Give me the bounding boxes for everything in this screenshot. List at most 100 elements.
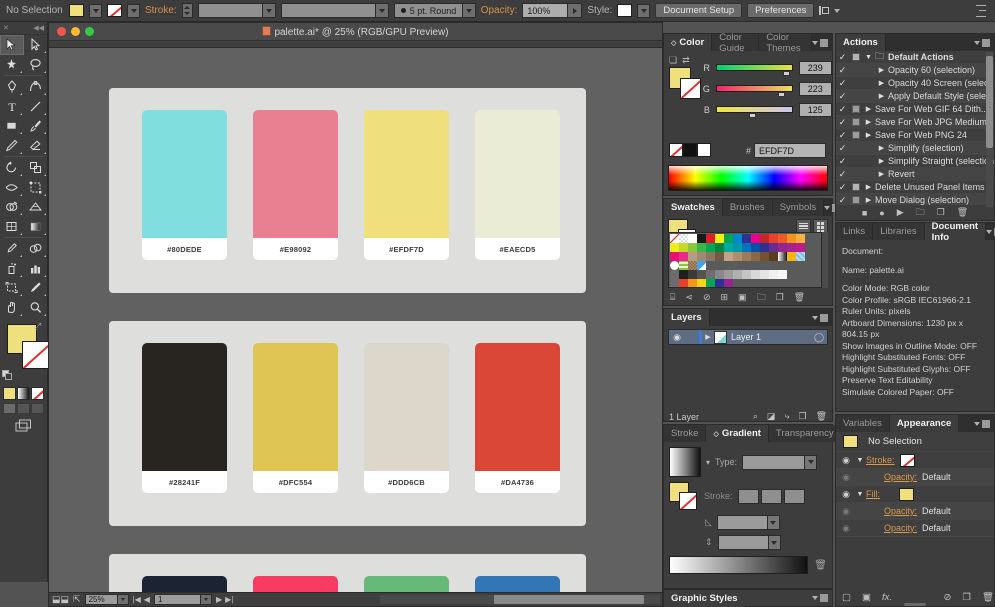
expand-icon[interactable]: ▼: [854, 457, 866, 464]
stroke-weight-dropdown[interactable]: [198, 3, 276, 18]
action-expand-icon[interactable]: ▼: [862, 54, 875, 61]
document-tab-bar[interactable]: [49, 41, 662, 48]
swatch-color[interactable]: [715, 234, 724, 243]
layers-panel-menu[interactable]: [812, 309, 832, 326]
action-dialog-icon[interactable]: [849, 196, 862, 204]
swatch-color[interactable]: [760, 252, 769, 261]
zoom-level-input[interactable]: 25%: [85, 594, 129, 605]
color-chip[interactable]: #DDD6CB: [364, 343, 449, 493]
canvas-area[interactable]: #80DEDE #E98092 #EFDF7D #EAECD5: [49, 48, 662, 606]
action-row[interactable]: ✓ ▶ Save For Web GIF 64 Dith...: [836, 103, 994, 116]
panel-options-icon[interactable]: [975, 5, 989, 17]
delete-stop-icon[interactable]: 🗑: [814, 560, 827, 571]
visibility-icon[interactable]: ◉: [838, 489, 854, 500]
swatch-color[interactable]: [706, 234, 715, 243]
swatch-color[interactable]: [742, 252, 751, 261]
line-segment-tool[interactable]: [24, 97, 48, 117]
lasso-tool[interactable]: [24, 55, 48, 75]
draw-inside-button[interactable]: [31, 403, 44, 414]
slider-thumb[interactable]: [783, 71, 790, 76]
add-new-fill-icon[interactable]: ▣: [862, 592, 871, 603]
artboard-number-input[interactable]: 1: [154, 594, 212, 605]
swatch-color[interactable]: [724, 279, 733, 288]
action-expand-icon[interactable]: ▶: [875, 66, 888, 74]
actions-panel-menu[interactable]: [974, 34, 994, 51]
none-swatch-button[interactable]: [669, 143, 683, 157]
action-row[interactable]: ✓ ▶ Opacity 40 Screen (select...: [836, 77, 994, 90]
begin-recording-icon[interactable]: ●: [879, 208, 884, 218]
stop-playing-icon[interactable]: ■: [862, 208, 867, 218]
slice-tool[interactable]: [24, 278, 48, 298]
pencil-tool[interactable]: [0, 136, 24, 156]
eyedropper-tool[interactable]: [0, 239, 24, 259]
chevron-down-icon[interactable]: ▾: [706, 458, 710, 467]
visibility-icon[interactable]: ◉: [838, 472, 854, 483]
action-dialog-icon[interactable]: [849, 183, 862, 191]
action-toggle-icon[interactable]: ✓: [836, 91, 849, 102]
stroke-within-button[interactable]: [738, 489, 759, 504]
tab-brushes[interactable]: Brushes: [723, 199, 773, 216]
locate-object-icon[interactable]: ⌕: [753, 411, 758, 422]
swatch-registration[interactable]: [679, 234, 688, 243]
action-toggle-icon[interactable]: ✓: [836, 156, 849, 167]
panel-resize-handle[interactable]: [904, 603, 926, 606]
tab-links[interactable]: Links: [836, 223, 873, 240]
swatch-color[interactable]: [796, 243, 805, 252]
swatch-color[interactable]: [715, 279, 724, 288]
appearance-row-stroke-opacity[interactable]: ◉ Opacity: Default: [836, 469, 994, 486]
swatches-grid[interactable]: [668, 232, 822, 288]
red-value[interactable]: 239: [799, 61, 832, 75]
style-swatch[interactable]: [617, 4, 632, 17]
stroke-along-button[interactable]: [761, 489, 782, 504]
direct-selection-tool[interactable]: [24, 35, 48, 55]
create-sublayer-icon[interactable]: ⤷: [784, 411, 789, 422]
list-view-button[interactable]: [796, 219, 811, 233]
swatch-color[interactable]: [688, 243, 697, 252]
appearance-attr-name[interactable]: Opacity:: [884, 506, 917, 516]
swatch-color[interactable]: [724, 243, 733, 252]
tab-layers[interactable]: Layers: [664, 309, 710, 326]
stroke-color-chip[interactable]: [900, 454, 915, 467]
blue-value[interactable]: 125: [799, 103, 832, 117]
stroke-weight-stepper[interactable]: [182, 3, 193, 18]
swatch-color[interactable]: [751, 252, 760, 261]
layer-row[interactable]: ◉ ▶ Layer 1 ◯: [668, 329, 828, 345]
action-toggle-icon[interactable]: ✓: [836, 182, 849, 193]
swatch-color[interactable]: [724, 234, 733, 243]
delete-layer-icon[interactable]: 🗑: [816, 411, 827, 422]
swatch-color[interactable]: [769, 234, 778, 243]
swatch-color[interactable]: [706, 252, 715, 261]
swatch-color[interactable]: [742, 270, 751, 279]
stroke-color-dropdown[interactable]: [127, 4, 140, 18]
scale-tool[interactable]: [24, 158, 48, 178]
swatch-color[interactable]: [769, 270, 778, 279]
add-effect-icon[interactable]: fx.: [882, 592, 892, 603]
layer-name[interactable]: Layer 1: [731, 332, 811, 342]
action-row[interactable]: ✓ ▶ Simplify Straight (selection): [836, 155, 994, 168]
layer-target-icon[interactable]: ◯: [811, 332, 827, 343]
share-icon[interactable]: ⇱: [73, 594, 81, 605]
horizontal-scrollbar[interactable]: [380, 595, 660, 604]
align-tools-group[interactable]: [819, 5, 840, 16]
type-tool[interactable]: T: [0, 97, 24, 117]
swatch-new-group-icon[interactable]: 🗀: [757, 290, 766, 306]
action-row[interactable]: ✓ ▶ Save For Web JPG Medium: [836, 116, 994, 129]
color-stroke-proxy[interactable]: [680, 78, 701, 99]
last-artboard-button[interactable]: ▶|: [225, 595, 233, 604]
color-chip[interactable]: #E98092: [253, 110, 338, 260]
action-toggle-icon[interactable]: ✓: [836, 78, 849, 89]
swatch-color[interactable]: [715, 270, 724, 279]
swatch-color[interactable]: [670, 252, 679, 261]
rectangle-tool[interactable]: [0, 116, 24, 136]
swatch-delete-icon[interactable]: 🗑: [794, 292, 805, 303]
action-row[interactable]: ✓ ▶ Revert: [836, 168, 994, 181]
swatch-color[interactable]: [706, 279, 715, 288]
eraser-tool[interactable]: [24, 136, 48, 156]
blend-tool[interactable]: [24, 239, 48, 259]
add-new-stroke-icon[interactable]: ▢: [842, 592, 851, 603]
action-expand-icon[interactable]: ▶: [862, 118, 875, 126]
duplicate-item-icon[interactable]: ❐: [962, 592, 971, 603]
tab-transparency[interactable]: Transparency: [769, 425, 842, 442]
swatch-gradient[interactable]: [778, 252, 787, 261]
appearance-panel-menu[interactable]: [974, 415, 994, 432]
